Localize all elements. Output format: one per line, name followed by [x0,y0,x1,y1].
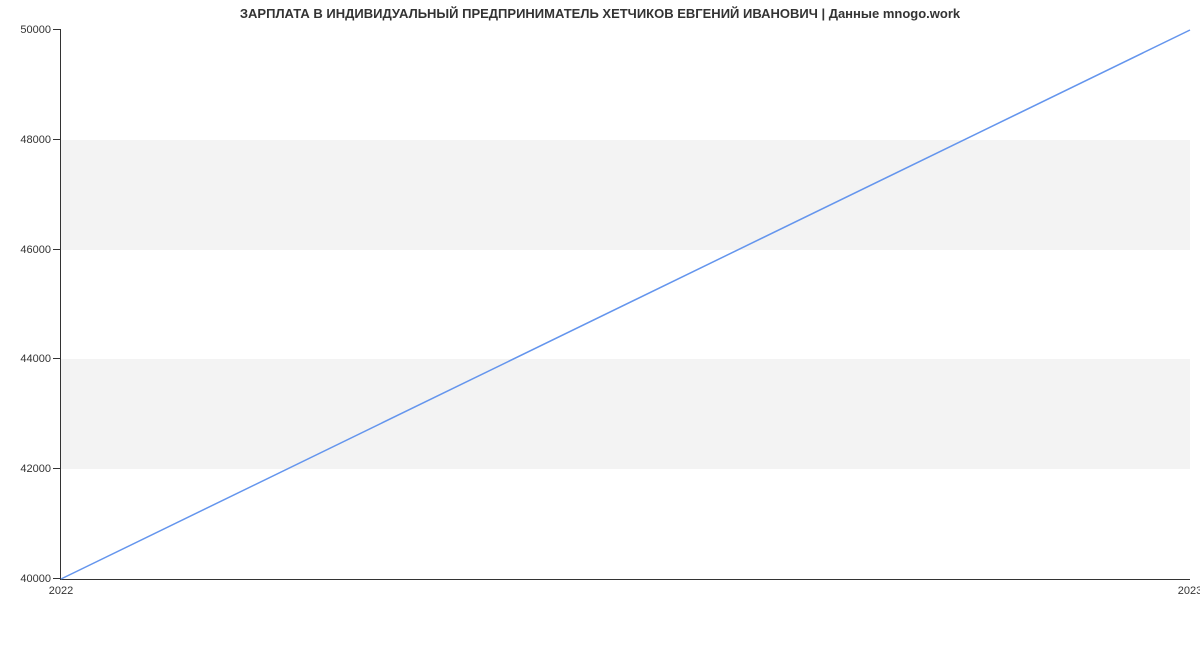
y-tick [53,139,61,140]
y-tick [53,358,61,359]
y-tick-label: 50000 [20,24,51,36]
y-tick-label: 40000 [20,573,51,585]
y-tick [53,468,61,469]
y-tick [53,578,61,579]
salary-line-chart: ЗАРПЛАТА В ИНДИВИДУАЛЬНЫЙ ПРЕДПРИНИМАТЕЛ… [0,0,1200,650]
data-line [61,30,1190,579]
y-tick-label: 46000 [20,244,51,256]
x-tick-label: 2022 [49,585,73,597]
chart-title: ЗАРПЛАТА В ИНДИВИДУАЛЬНЫЙ ПРЕДПРИНИМАТЕЛ… [0,6,1200,21]
y-tick-label: 48000 [20,134,51,146]
plot-area: 40000 42000 44000 46000 48000 50000 2022… [60,30,1190,580]
y-tick-label: 42000 [20,463,51,475]
y-tick [53,249,61,250]
y-tick [53,29,61,30]
x-tick-label: 2023 [1178,585,1200,597]
y-tick-label: 44000 [20,353,51,365]
